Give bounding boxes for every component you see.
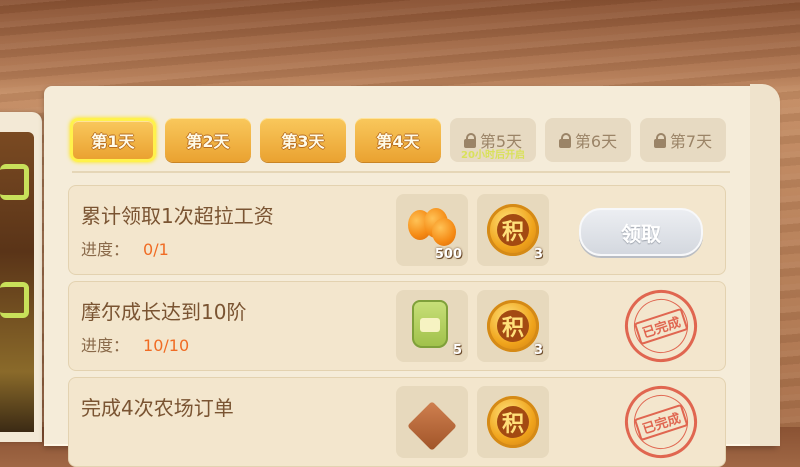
lock-icon [558,133,571,148]
progress-label: 进度： [81,336,130,355]
tabs-divider [72,171,730,173]
tab-label: 第3天 [281,132,325,151]
tab-day-4[interactable]: 第4天 [355,118,441,162]
points-coin-icon: 积 [487,204,539,256]
reward-count: 5 [452,343,462,358]
task-progress: 进度： 0/1 [81,236,169,260]
tab-day-7[interactable]: 第7天 [640,118,726,162]
tab-label: 第7天 [669,132,713,151]
crate-icon [407,401,457,451]
reward-slot[interactable]: 积 [477,386,549,458]
tab-day-1[interactable]: 第1天 [70,118,156,162]
side-card-glyph [0,282,29,318]
task-row: 摩尔成长达到10阶 进度： 10/10 5 积 3 已完成 [68,280,726,372]
tab-label: 第4天 [376,132,420,151]
reward-slot[interactable]: 积 3 [477,290,549,362]
side-card[interactable] [0,112,42,442]
completed-stamp: 已完成 [615,376,707,467]
reward-slot[interactable]: 500 [396,194,468,266]
completed-stamp: 已完成 [615,280,707,372]
reward-slot[interactable]: 积 3 [477,194,549,266]
task-title: 摩尔成长达到10阶 [81,300,247,324]
reward-slot[interactable]: 5 [396,290,468,362]
reward-count: 500 [434,247,462,262]
claim-button[interactable]: 领取 [579,208,703,256]
progress-value: 0/1 [143,240,169,259]
points-coin-icon: 积 [487,300,539,352]
progress-label: 进度： [81,240,130,259]
oranges-icon [406,208,458,248]
stamp-label: 已完成 [634,307,688,345]
fertilizer-bag-icon [412,300,448,348]
tab-label: 第6天 [574,132,618,151]
reward-slot[interactable] [396,386,468,458]
unlock-countdown: 20小时后开启 [461,150,525,161]
tab-day-3[interactable]: 第3天 [260,118,346,162]
task-title: 完成4次农场订单 [81,396,234,420]
tab-label: 第1天 [91,132,135,151]
tab-label: 第2天 [186,132,230,151]
task-title: 累计领取1次超拉工资 [81,204,274,228]
task-row: 完成4次农场订单 积 已完成 [68,376,726,467]
lock-icon [653,133,666,148]
task-progress: 进度： 10/10 [81,332,189,356]
day-tabs: 第1天 第2天 第3天 第4天 第5天 20小时后开启 第6天 第7天 [70,118,730,164]
tab-day-6[interactable]: 第6天 [545,118,631,162]
stamp-label: 已完成 [634,403,688,441]
tab-day-5[interactable]: 第5天 20小时后开启 [450,118,536,162]
lock-icon [463,133,476,148]
daily-tasks-panel: 第1天 第2天 第3天 第4天 第5天 20小时后开启 第6天 第7天 累计领取… [44,84,780,467]
tab-day-2[interactable]: 第2天 [165,118,251,162]
task-row: 累计领取1次超拉工资 进度： 0/1 500 积 3 领取 [68,185,726,275]
progress-value: 10/10 [143,336,190,355]
points-coin-icon: 积 [487,396,539,448]
side-card-glyph [0,164,29,200]
